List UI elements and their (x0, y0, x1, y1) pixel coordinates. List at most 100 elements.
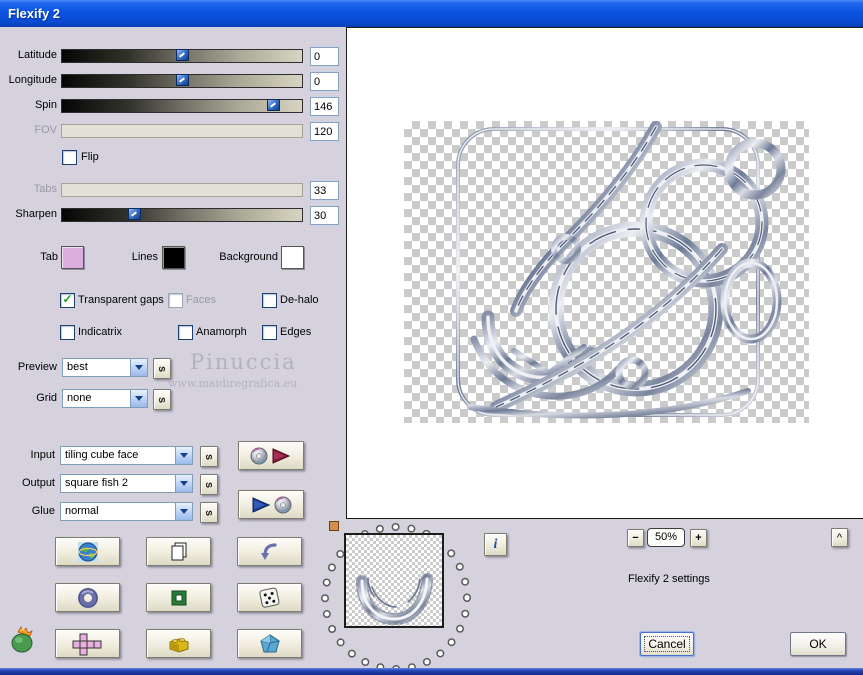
copy-pages-icon (171, 542, 186, 560)
preview-select[interactable]: best (62, 358, 148, 377)
tabs-value-input[interactable] (309, 180, 340, 201)
main-preview-area[interactable] (346, 27, 863, 519)
flaming-pear-logo[interactable] (8, 626, 38, 659)
globe-icon (77, 541, 98, 562)
preview-shuffle-button[interactable]: s (153, 358, 171, 379)
latitude-value-input[interactable] (309, 46, 340, 67)
flaming-pear-icon (11, 626, 33, 653)
sharpen-slider[interactable] (61, 208, 303, 222)
grid-select[interactable]: none (62, 389, 148, 408)
indicatrix-label: Indicatrix (78, 326, 123, 338)
input-shuffle-button[interactable]: s (200, 446, 218, 467)
flexify2-dialog: Flexify 2 Latitude Longitude Spin FOV Fl… (0, 0, 863, 675)
background-color-swatch[interactable] (281, 246, 304, 269)
chevron-down-icon[interactable] (130, 390, 147, 407)
title-bar[interactable]: Flexify 2 (0, 0, 863, 27)
anamorph-label: Anamorph (196, 326, 247, 338)
output-select-label: Output (21, 477, 55, 489)
longitude-slider-thumb[interactable] (176, 74, 189, 86)
faces-label: Faces (186, 294, 216, 306)
caret-up-icon: ^ (836, 531, 843, 544)
grid-select-label: Grid (36, 392, 57, 404)
undo-arrow-icon (260, 542, 277, 560)
de-halo-checkbox[interactable] (262, 293, 277, 308)
transparent-gaps-label: Transparent gaps (78, 294, 164, 306)
output-shuffle-button[interactable]: s (200, 474, 218, 495)
spin-label: Spin (34, 99, 57, 111)
chevron-down-icon[interactable] (175, 447, 192, 464)
spin-slider[interactable] (61, 99, 303, 113)
dice-icon (258, 587, 279, 608)
tab-color-label: Tab (40, 251, 58, 263)
glue-select-label: Glue (31, 505, 55, 517)
input-select-label: Input (30, 449, 55, 461)
longitude-label: Longitude (8, 74, 57, 86)
chevron-down-icon[interactable] (175, 475, 192, 492)
output-select[interactable]: square fish 2 (60, 474, 193, 493)
transparency-checkerboard (404, 121, 809, 423)
tabs-label: Tabs (33, 183, 57, 195)
square-frame-icon (171, 590, 186, 605)
preview-artwork (456, 121, 786, 419)
globe-button[interactable] (55, 537, 120, 566)
fov-label: FOV (34, 124, 57, 136)
chevron-down-icon[interactable] (175, 503, 192, 520)
dice-button[interactable] (237, 583, 302, 612)
grid-shuffle-button[interactable]: s (153, 389, 171, 410)
info-button[interactable]: i (484, 533, 507, 556)
load-settings-button[interactable] (238, 441, 304, 470)
copy-button[interactable] (146, 537, 211, 566)
cancel-button[interactable]: Cancel (640, 632, 694, 656)
drag-handle[interactable] (329, 521, 339, 531)
input-select[interactable]: tiling cube face (60, 446, 193, 465)
spin-slider-thumb[interactable] (267, 99, 281, 111)
unfolded-cube-button[interactable] (55, 629, 120, 658)
flip-label: Flip (81, 151, 99, 163)
watermark-name: Pinuccia (190, 350, 297, 374)
glue-select[interactable]: normal (60, 502, 193, 521)
lines-color-swatch[interactable] (162, 246, 185, 269)
polyhedron-button[interactable] (237, 629, 302, 658)
navigator-thumbnail[interactable] (344, 533, 444, 628)
latitude-slider[interactable] (61, 49, 303, 63)
undo-button[interactable] (237, 537, 302, 566)
window-title: Flexify 2 (8, 6, 61, 21)
de-halo-label: De-halo (280, 294, 319, 306)
sharpen-slider-thumb[interactable] (128, 208, 141, 220)
sharpen-label: Sharpen (15, 208, 57, 220)
flip-checkbox[interactable] (62, 150, 77, 165)
lego-button[interactable] (146, 629, 211, 658)
tabs-slider (61, 183, 303, 197)
lego-brick-icon (169, 637, 188, 653)
fov-value-input[interactable] (309, 121, 340, 142)
background-color-label: Background (219, 251, 278, 263)
latitude-slider-thumb[interactable] (176, 49, 189, 61)
zoom-out-button[interactable]: − (627, 529, 644, 547)
zoom-in-button[interactable]: + (690, 529, 707, 547)
longitude-value-input[interactable] (309, 71, 340, 92)
collapse-button[interactable]: ^ (831, 528, 848, 547)
transparent-gaps-checkbox[interactable]: ✓ (60, 293, 75, 308)
indicatrix-checkbox[interactable] (60, 325, 75, 340)
sharpen-value-input[interactable] (309, 205, 340, 226)
torus-button[interactable] (55, 583, 120, 612)
save-settings-button[interactable] (238, 490, 304, 519)
chevron-down-icon[interactable] (130, 359, 147, 376)
spin-value-input[interactable] (309, 96, 340, 117)
edges-checkbox[interactable] (262, 325, 277, 340)
preview-select-label: Preview (17, 361, 57, 373)
zoom-level: 50% (647, 528, 685, 547)
tab-color-swatch[interactable] (61, 246, 84, 269)
window-bottom-border (0, 668, 863, 675)
torus-icon (77, 587, 98, 608)
faces-checkbox (168, 293, 183, 308)
anamorph-checkbox[interactable] (178, 325, 193, 340)
plus-icon: + (695, 532, 702, 544)
lines-color-label: Lines (131, 251, 158, 263)
polyhedron-icon (259, 633, 280, 652)
ok-button[interactable]: OK (790, 632, 846, 656)
longitude-slider[interactable] (61, 74, 303, 88)
frame-button[interactable] (146, 583, 211, 612)
glue-shuffle-button[interactable]: s (200, 502, 218, 523)
play-disc-icon (252, 496, 292, 513)
